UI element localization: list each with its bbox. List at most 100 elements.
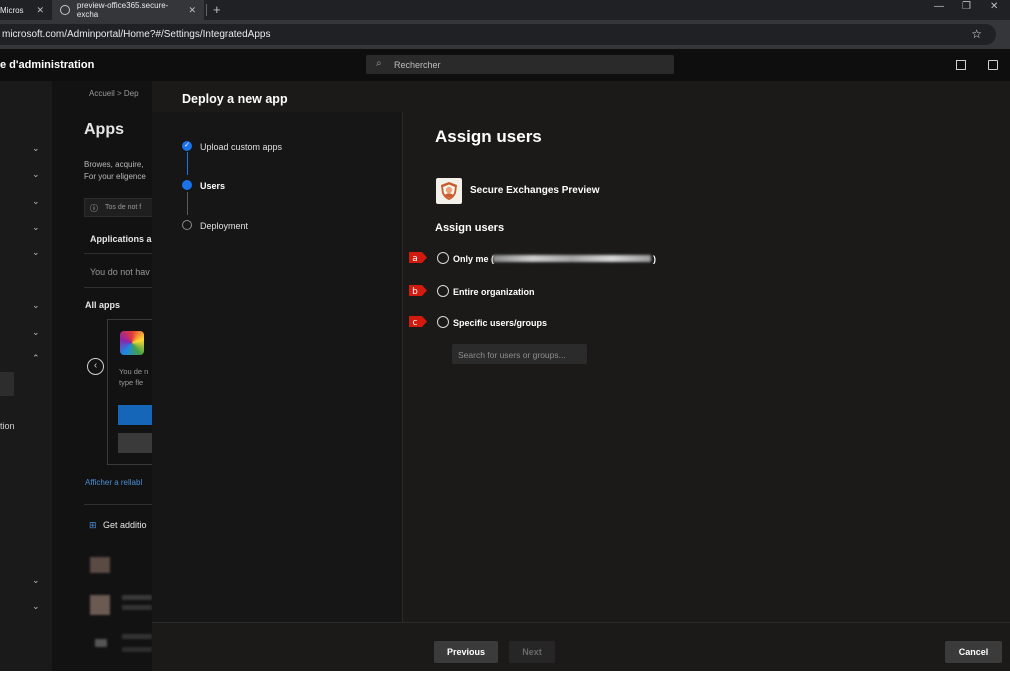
card-text: You de n [119, 367, 149, 376]
chevron-down-icon[interactable]: ⌄ [32, 169, 40, 180]
app-icon [436, 178, 462, 204]
store-icon: ⊞ [89, 520, 97, 530]
get-more-apps-link[interactable]: Get additio [103, 520, 147, 530]
chevron-down-icon[interactable]: ⌄ [32, 247, 40, 258]
tab-separator [206, 4, 207, 16]
tab-label: preview-office365.secure-excha [76, 1, 169, 19]
next-button[interactable]: Next [509, 641, 555, 663]
section-heading: Assign users [435, 222, 505, 234]
search-placeholder: Search for users or groups... [458, 350, 566, 360]
marker-label: c [413, 318, 418, 328]
info-icon: ⓘ [90, 204, 98, 213]
breadcrumb: Accueil > Dep [89, 89, 139, 98]
user-group-search-input[interactable]: Search for users or groups... [452, 344, 587, 364]
app-thumbnail [95, 639, 107, 647]
pending-step-icon [182, 220, 192, 230]
terminal-icon[interactable] [956, 60, 966, 70]
close-tab-icon[interactable]: ✕ [36, 5, 44, 16]
page-heading: Assign users [435, 127, 542, 146]
document-icon[interactable] [988, 60, 998, 70]
shield-logo-icon [441, 182, 457, 200]
panel-title: Deploy a new app [182, 92, 288, 106]
search-placeholder: Rechercher [394, 60, 441, 70]
divider [84, 504, 152, 505]
radio-label-only-me[interactable]: Only me ( [453, 254, 494, 264]
browser-tab-bar: Micros ✕ preview-office365.secure-excha … [0, 0, 1010, 20]
minimize-button[interactable]: — [934, 1, 944, 12]
info-banner: ⓘ Tos de not f [84, 198, 152, 217]
empty-text: You do not hav [90, 267, 150, 277]
blurred-text [122, 647, 152, 652]
global-search-input[interactable]: ⌕ Rechercher [366, 55, 674, 74]
address-bar: microsoft.com/Adminportal/Home?#/Setting… [0, 20, 1010, 49]
search-icon: ⌕ [376, 58, 382, 69]
app-thumbnail [90, 557, 110, 573]
browser-tab-active[interactable]: preview-office365.secure-excha ✕ [52, 0, 204, 20]
page-description: Browes, acquire, [84, 160, 144, 169]
page-title: Apps [84, 121, 124, 138]
nav-item-label[interactable]: tion [0, 421, 15, 431]
admin-header: e d'administration ⌕ Rechercher [0, 49, 1010, 81]
close-tab-icon[interactable]: ✕ [188, 5, 196, 16]
panel-footer: Previous Next Cancel [152, 622, 1010, 671]
radio-label-entire-organization[interactable]: Entire organization [453, 287, 535, 297]
deploy-app-panel: Deploy a new app ✓ Upload custom apps Us… [152, 81, 1010, 671]
close-window-button[interactable]: ✕ [990, 1, 998, 12]
globe-icon [60, 5, 70, 15]
step-connector [186, 192, 188, 215]
url-text: microsoft.com/Adminportal/Home?#/Setting… [2, 29, 271, 40]
show-more-link[interactable]: Afficher a rellabl [85, 478, 142, 487]
chevron-up-icon[interactable]: ⌃ [32, 353, 40, 364]
app-logo [120, 331, 144, 355]
step-upload-custom-apps[interactable]: Upload custom apps [200, 142, 282, 152]
bookmark-star-icon[interactable]: ☆ [971, 27, 982, 41]
tab-label: Micros [0, 5, 24, 15]
radio-label-suffix: ) [653, 254, 656, 264]
chevron-down-icon[interactable]: ⌄ [32, 196, 40, 207]
card-text: type fle [119, 378, 144, 387]
background-page: Accueil > Dep Apps Browes, acquire, For … [52, 81, 152, 671]
step-users[interactable]: Users [200, 181, 225, 191]
step-connector [186, 152, 188, 175]
nav-selected-indicator [0, 372, 14, 396]
card-secondary-button[interactable] [118, 433, 152, 453]
panel-header: Deploy a new app [152, 81, 1010, 112]
chevron-down-icon[interactable]: ⌄ [32, 143, 40, 154]
app-thumbnail [90, 595, 110, 615]
previous-button[interactable]: Previous [434, 641, 498, 663]
url-field[interactable]: microsoft.com/Adminportal/Home?#/Setting… [0, 24, 996, 45]
chevron-down-icon[interactable]: ⌄ [32, 327, 40, 338]
annotation-marker-b: b [409, 285, 427, 297]
blurred-text [122, 595, 152, 600]
restore-button[interactable]: ❐ [962, 1, 971, 12]
cancel-button[interactable]: Cancel [945, 641, 1002, 663]
chevron-down-icon[interactable]: ⌄ [32, 300, 40, 311]
chevron-down-icon[interactable]: ⌄ [32, 601, 40, 612]
marker-label: b [412, 287, 418, 297]
radio-entire-organization[interactable] [437, 285, 449, 297]
blurred-text [122, 634, 152, 639]
card-primary-button[interactable] [118, 405, 152, 425]
new-tab-button[interactable]: + [213, 3, 221, 17]
step-deployment[interactable]: Deployment [200, 221, 248, 231]
check-icon: ✓ [182, 141, 192, 151]
divider [84, 287, 152, 288]
radio-only-me[interactable] [437, 252, 449, 264]
divider [402, 112, 403, 622]
left-navigation: ⌄ ⌄ ⌄ ⌄ ⌄ ⌄ ⌄ ⌃ tion ⌄ ⌄ [0, 81, 52, 671]
info-text: Tos de not f [105, 204, 142, 211]
redacted-email [493, 255, 651, 262]
section-label: All apps [85, 300, 121, 310]
browser-tab[interactable]: Micros ✕ [0, 0, 50, 20]
chevron-left-icon[interactable]: ‹ [87, 358, 104, 375]
chevron-down-icon[interactable]: ⌄ [32, 222, 40, 233]
radio-specific-users[interactable] [437, 316, 449, 328]
app-title: e d'administration [0, 59, 95, 71]
radio-label-specific-users[interactable]: Specific users/groups [453, 318, 547, 328]
divider [84, 253, 152, 254]
current-step-icon [182, 180, 192, 190]
tab-applications[interactable]: Applications a [90, 234, 152, 244]
chevron-down-icon[interactable]: ⌄ [32, 575, 40, 586]
annotation-marker-a: a [409, 252, 427, 264]
wizard-steps: ✓ Upload custom apps Users Deployment [152, 112, 402, 622]
